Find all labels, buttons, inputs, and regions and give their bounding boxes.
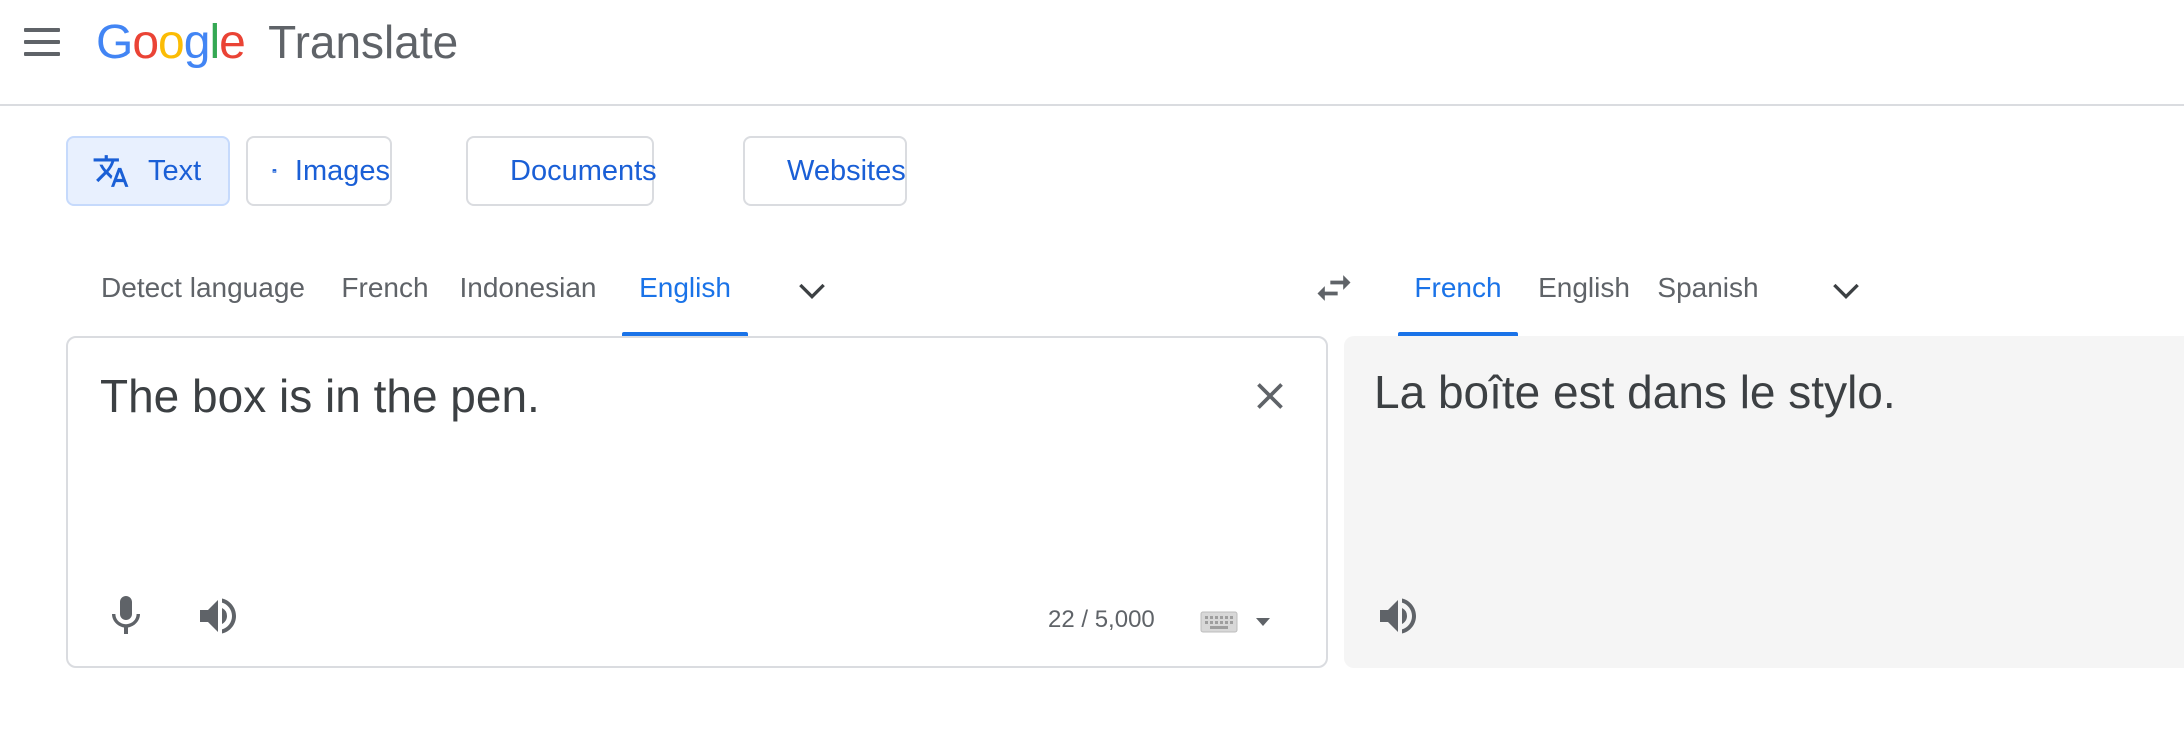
source-lang-english[interactable]: English — [622, 250, 748, 336]
tab-documents[interactable]: Documents — [466, 136, 657, 206]
translated-text: La boîte est dans le stylo. — [1374, 366, 1896, 418]
close-icon[interactable] — [1248, 374, 1292, 418]
google-wordmark: Google — [96, 16, 258, 69]
source-lang-french[interactable]: French — [326, 250, 444, 336]
caret-down-icon[interactable] — [1254, 616, 1272, 628]
translation-output-panel: La boîte est dans le stylo. — [1344, 336, 2184, 668]
hamburger-menu-icon — [24, 28, 60, 32]
chevron-down-icon[interactable] — [792, 270, 832, 310]
source-text-panel: The box is in the pen. 22 / 5,000 — [66, 336, 1328, 668]
speaker-icon[interactable] — [1374, 592, 1422, 640]
source-lang-indonesian[interactable]: Indonesian — [448, 250, 608, 336]
tab-documents-label: Documents — [510, 154, 657, 187]
target-lang-english[interactable]: English — [1524, 250, 1644, 336]
app-header: Google Translate — [0, 0, 2184, 106]
tab-images[interactable]: Images — [246, 136, 392, 206]
main-menu-button[interactable] — [20, 20, 64, 64]
keyboard-icon[interactable] — [1200, 610, 1238, 634]
tab-websites[interactable]: Websites — [743, 136, 907, 206]
logo-letter: l — [209, 16, 220, 69]
chevron-down-icon[interactable] — [1826, 270, 1866, 310]
hamburger-menu-icon-bar — [24, 52, 60, 56]
tab-text[interactable]: Text — [66, 136, 230, 206]
swap-languages-icon[interactable] — [1312, 266, 1356, 310]
logo-letter: e — [219, 16, 246, 69]
logo-letter: o — [132, 16, 159, 69]
translate-icon — [93, 155, 129, 187]
image-icon — [272, 169, 277, 173]
logo-letter: g — [183, 16, 211, 69]
logo-letter: G — [96, 16, 133, 69]
character-count: 22 / 5,000 — [1048, 606, 1155, 633]
target-lang-spanish[interactable]: Spanish — [1646, 250, 1770, 336]
tab-websites-label: Websites — [787, 154, 906, 187]
target-language-bar: French English Spanish — [1376, 250, 2184, 336]
source-language-bar: Detect language French Indonesian Englis… — [0, 250, 880, 336]
microphone-icon[interactable] — [102, 592, 150, 640]
tab-images-label: Images — [294, 154, 390, 187]
hamburger-menu-icon-bar — [24, 40, 60, 44]
tab-text-label: Text — [148, 154, 202, 187]
google-translate-logo[interactable]: Google Translate — [96, 12, 458, 73]
source-text-input[interactable]: The box is in the pen. — [100, 366, 1200, 426]
source-lang-detect[interactable]: Detect language — [82, 250, 324, 336]
target-lang-french[interactable]: French — [1398, 250, 1518, 336]
speaker-icon[interactable] — [194, 592, 242, 640]
product-name: Translate — [268, 16, 459, 68]
logo-letter: o — [158, 16, 185, 69]
